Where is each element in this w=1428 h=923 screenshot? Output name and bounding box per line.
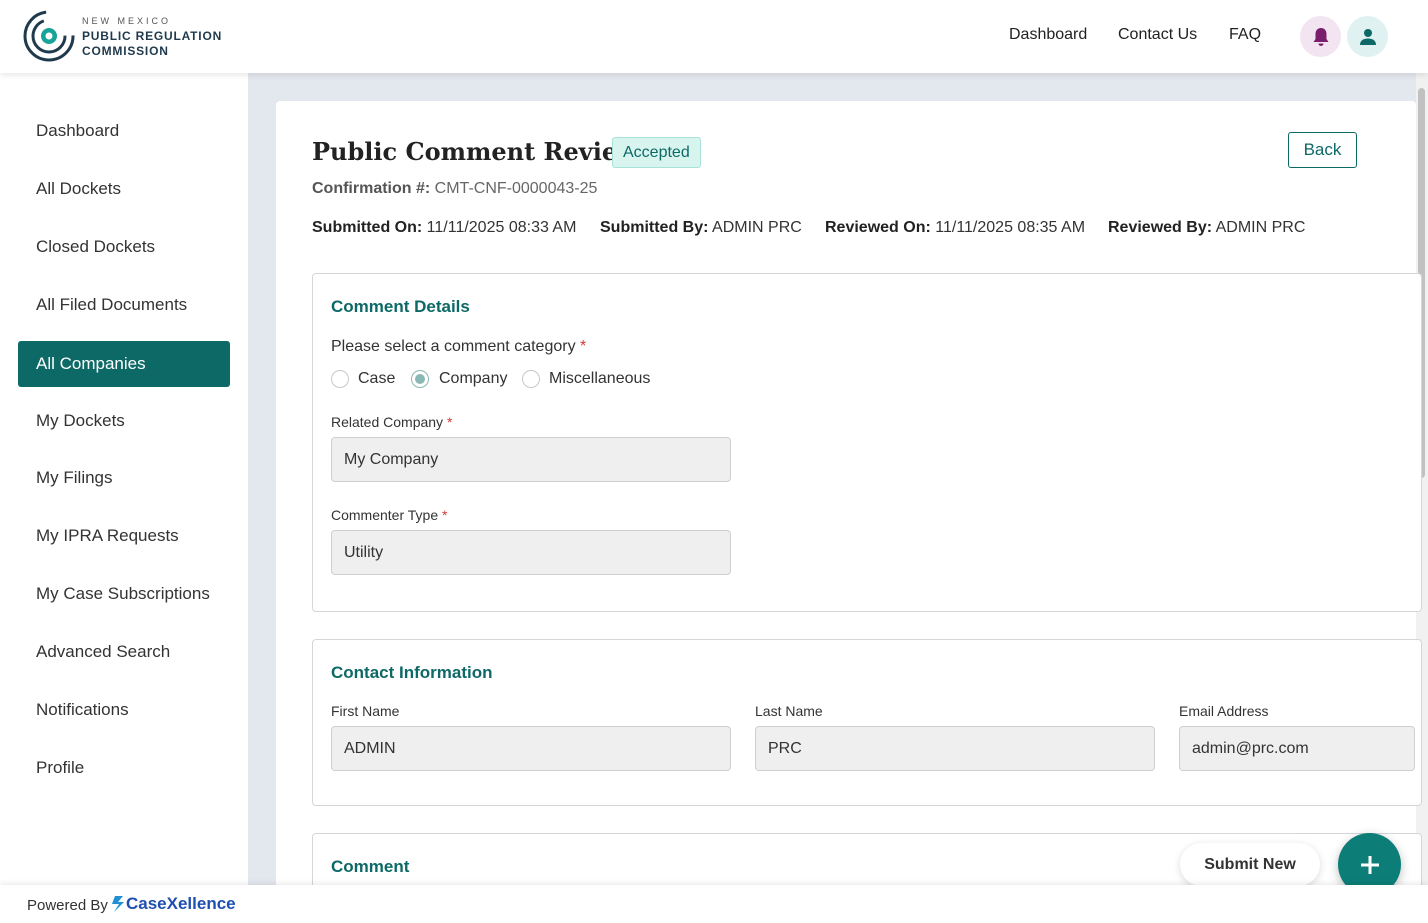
notifications-button[interactable]: [1300, 16, 1341, 57]
reviewed-by-label: Reviewed By:: [1108, 219, 1213, 236]
reviewed-by-value: ADMIN PRC: [1215, 219, 1306, 236]
reviewed-on: Reviewed On: 11/11/2025 08:35 AM: [825, 219, 1085, 237]
reviewed-on-label: Reviewed On:: [825, 219, 931, 236]
submitted-on: Submitted On: 11/11/2025 08:33 AM: [312, 219, 576, 237]
topnav-dashboard[interactable]: Dashboard: [1009, 26, 1087, 44]
casexellence-logo-icon: [112, 896, 124, 912]
last-name-label: Last Name: [755, 703, 823, 719]
footer: Powered By CaseXellence: [0, 885, 1428, 923]
related-company-field[interactable]: My Company: [331, 437, 731, 482]
confirmation-value: CMT-CNF-0000043-25: [434, 180, 598, 197]
radio-company[interactable]: [411, 370, 429, 388]
sidebar-item-my-dockets[interactable]: My Dockets: [18, 398, 230, 444]
contact-information-title: Contact Information: [331, 663, 493, 682]
sidebar-item-my-filings[interactable]: My Filings: [18, 455, 230, 501]
sidebar-item-my-case-subscriptions[interactable]: My Case Subscriptions: [18, 571, 230, 617]
reviewed-by: Reviewed By: ADMIN PRC: [1108, 219, 1305, 237]
casexellence-logo[interactable]: CaseXellence: [110, 894, 236, 914]
comment-category-label: Please select a comment category *: [331, 338, 587, 355]
required-marker: *: [580, 338, 587, 355]
submitted-on-label: Submitted On:: [312, 219, 423, 236]
confirmation-number: Confirmation #: CMT-CNF-0000043-25: [312, 180, 597, 198]
comment-details-section: Comment Details Please select a comment …: [312, 273, 1422, 612]
submitted-by-label: Submitted By:: [600, 219, 709, 236]
related-company-label: Related Company *: [331, 414, 453, 430]
back-button[interactable]: Back: [1288, 132, 1357, 168]
email-field[interactable]: admin@prc.com: [1179, 726, 1415, 771]
status-badge: Accepted: [612, 137, 701, 168]
submitted-by-value: ADMIN PRC: [712, 219, 802, 236]
radio-case[interactable]: [331, 370, 349, 388]
comment-details-title: Comment Details: [331, 297, 470, 316]
prc-logo[interactable]: NEW MEXICO PUBLIC REGULATION COMMISSION: [22, 9, 222, 63]
sidebar-item-all-dockets[interactable]: All Dockets: [18, 166, 230, 212]
submitted-by: Submitted By: ADMIN PRC: [600, 219, 802, 237]
email-label: Email Address: [1179, 703, 1269, 719]
page-title: Public Comment Review: [312, 137, 638, 166]
sidebar-item-all-companies[interactable]: All Companies: [18, 341, 230, 387]
sidebar: Dashboard All Dockets Closed Dockets All…: [0, 73, 248, 885]
user-icon: [1359, 28, 1376, 45]
reviewed-on-value: 11/11/2025 08:35 AM: [935, 219, 1086, 236]
first-name-field[interactable]: ADMIN: [331, 726, 731, 771]
powered-by-label: Powered By: [27, 897, 108, 914]
sidebar-item-my-ipra-requests[interactable]: My IPRA Requests: [18, 513, 230, 559]
sidebar-item-dashboard[interactable]: Dashboard: [18, 108, 230, 154]
user-menu-button[interactable]: [1347, 16, 1388, 57]
prc-logo-icon: [23, 10, 75, 62]
first-name-label: First Name: [331, 703, 400, 719]
topnav-contact-us[interactable]: Contact Us: [1118, 26, 1197, 44]
radio-company-label: Company: [439, 370, 508, 387]
logo-line-1: NEW MEXICO: [82, 15, 172, 26]
logo-line-3: COMMISSION: [82, 43, 169, 58]
plus-icon: [1360, 855, 1379, 874]
submitted-on-value: 11/11/2025 08:33 AM: [426, 219, 577, 236]
sidebar-item-notifications[interactable]: Notifications: [18, 687, 230, 733]
sidebar-item-profile[interactable]: Profile: [18, 745, 230, 791]
sidebar-item-advanced-search[interactable]: Advanced Search: [18, 629, 230, 675]
submit-new-button[interactable]: Submit New: [1180, 843, 1320, 886]
confirmation-label: Confirmation #:: [312, 180, 431, 197]
radio-miscellaneous[interactable]: [522, 370, 540, 388]
contact-information-section: Contact Information First Name ADMIN Las…: [312, 639, 1422, 806]
brand-name: CaseXellence: [126, 894, 236, 913]
radio-miscellaneous-label: Miscellaneous: [549, 370, 651, 387]
radio-case-label: Case: [358, 370, 396, 387]
commenter-type-label: Commenter Type *: [331, 507, 448, 523]
last-name-field[interactable]: PRC: [755, 726, 1155, 771]
comment-title: Comment: [331, 857, 410, 876]
logo-line-2: PUBLIC REGULATION: [82, 28, 223, 43]
bell-icon: [1313, 27, 1328, 46]
commenter-type-field[interactable]: Utility: [331, 530, 731, 575]
sidebar-item-all-filed-documents[interactable]: All Filed Documents: [18, 282, 230, 328]
sidebar-item-closed-dockets[interactable]: Closed Dockets: [18, 224, 230, 270]
top-header: NEW MEXICO PUBLIC REGULATION COMMISSION …: [0, 0, 1428, 73]
topnav-faq[interactable]: FAQ: [1229, 26, 1261, 44]
